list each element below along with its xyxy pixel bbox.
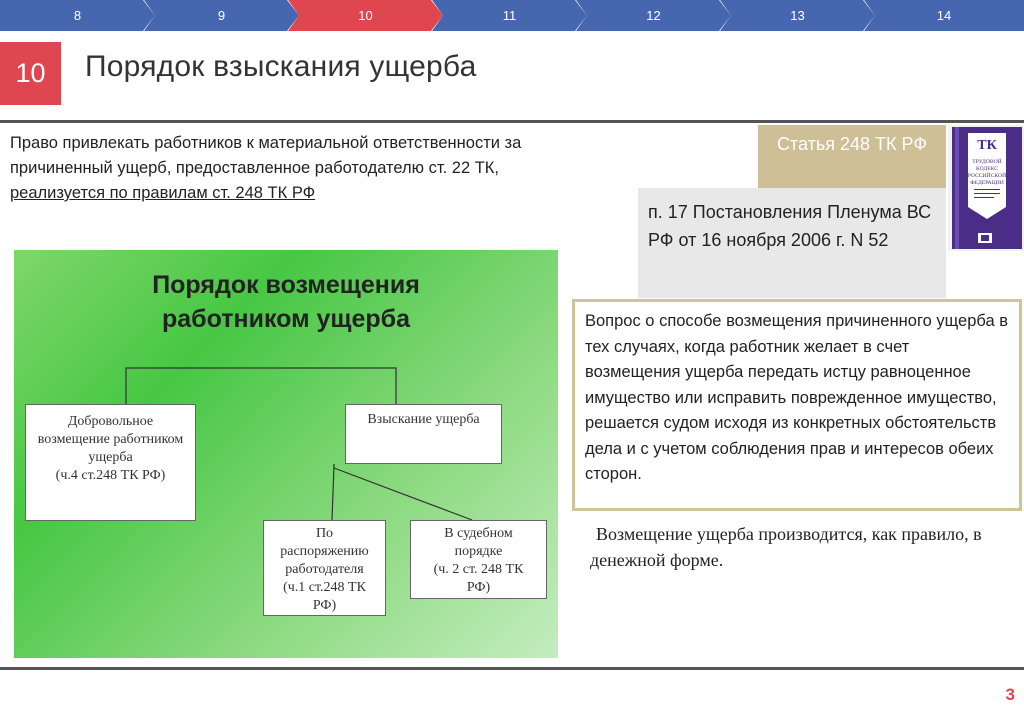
diagram-title-line-2: работником ущерба <box>161 305 411 333</box>
nav-tab-13[interactable]: 13 <box>720 0 875 31</box>
damage-recovery-box: Взыскание ущерба <box>345 404 502 464</box>
plenum-reference: п. 17 Постановления Пленума ВС РФ от 16 … <box>638 188 946 298</box>
money-form-text: Возмещение ущерба производится, как прав… <box>590 524 982 570</box>
court-line-4: РФ) <box>466 580 491 595</box>
intro-paragraph: Право привлекать работников к материальн… <box>10 131 625 206</box>
nav-tab-8[interactable]: 8 <box>0 0 155 31</box>
article-label: Статья 248 ТК РФ <box>758 125 946 188</box>
slide-number-badge: 10 <box>0 42 61 105</box>
nav-tab-9[interactable]: 9 <box>144 0 299 31</box>
intro-line-1: Право привлекать работников к материальн… <box>10 134 522 152</box>
book-cover: ТК ТРУДОВОЙ КОДЕКС РОССИЙСКОЙ ФЕДЕРАЦИИ <box>948 125 1024 251</box>
voluntary-line-2: возмещение работником <box>37 432 184 447</box>
nav-tab-10[interactable]: 10 <box>288 0 443 31</box>
title-divider <box>0 120 1024 123</box>
nav-tab-12[interactable]: 12 <box>576 0 731 31</box>
labor-code-book-icon: ТК ТРУДОВОЙ КОДЕКС РОССИЙСКОЙ ФЕДЕРАЦИИ <box>948 125 1024 251</box>
nav-tab-14[interactable]: 14 <box>864 0 1024 31</box>
court-procedure-box: В судебном порядке (ч. 2 ст. 248 ТК РФ) <box>410 520 547 599</box>
nav-tab-label: 12 <box>646 8 661 23</box>
nav-tab-label: 9 <box>217 8 226 23</box>
court-line-3: (ч. 2 ст. 248 ТК <box>433 562 524 577</box>
nav-tab-label: 10 <box>358 8 373 23</box>
voluntary-compensation-box: Добровольное возмещение работником ущерб… <box>25 404 196 521</box>
svg-text:КОДЕКС: КОДЕКС <box>976 166 998 172</box>
voluntary-line-1: Добровольное <box>67 414 154 429</box>
intro-line-3: реализуется по правилам ст. 248 ТК РФ <box>10 184 316 202</box>
employer-line-3: работодателя <box>285 562 364 577</box>
intro-line-2: причиненный ущерб, предоставленное работ… <box>10 159 499 177</box>
nav-tab-label: 11 <box>502 8 517 23</box>
damage-compensation-diagram: Порядок возмещения работником ущерба Доб… <box>14 250 558 658</box>
court-line-1: В судебном <box>444 526 513 541</box>
book-title: ТК <box>977 138 997 153</box>
employer-line-2: распоряжению <box>280 544 369 559</box>
nav-tab-11[interactable]: 11 <box>432 0 587 31</box>
footer-divider <box>0 667 1024 670</box>
svg-text:РОССИЙСКОЙ: РОССИЙСКОЙ <box>968 171 1006 179</box>
recovery-label: Взыскание ущерба <box>367 412 480 427</box>
nav-tab-label: 13 <box>790 8 805 23</box>
employer-line-1: По <box>315 526 334 541</box>
diagram-title-line-1: Порядок возмещения <box>152 271 420 299</box>
court-line-2: порядке <box>454 544 503 559</box>
page-number: 3 <box>1005 685 1015 704</box>
employer-line-4: (ч.1 ст.248 ТК <box>283 580 366 595</box>
employer-order-box: По распоряжению работодателя (ч.1 ст.248… <box>263 520 386 616</box>
page-title: Порядок взыскания ущерба <box>85 50 477 83</box>
question-note: Вопрос о способе возмещения причиненного… <box>572 299 1022 511</box>
svg-text:ФЕДЕРАЦИИ: ФЕДЕРАЦИИ <box>970 180 1004 186</box>
employer-line-5: РФ) <box>312 598 337 613</box>
svg-text:ТРУДОВОЙ: ТРУДОВОЙ <box>972 157 1001 165</box>
nav-tab-label: 8 <box>73 8 82 23</box>
slide-navigation: 8 9 10 11 12 13 14 <box>0 0 1024 32</box>
money-form-note: Возмещение ущерба производится, как прав… <box>590 521 1010 573</box>
voluntary-line-4: (ч.4 ст.248 ТК РФ) <box>55 468 166 483</box>
nav-tab-label: 14 <box>936 8 952 23</box>
voluntary-line-3: ущерба <box>88 450 133 465</box>
diagram-title: Порядок возмещения работником ущерба <box>14 268 558 336</box>
